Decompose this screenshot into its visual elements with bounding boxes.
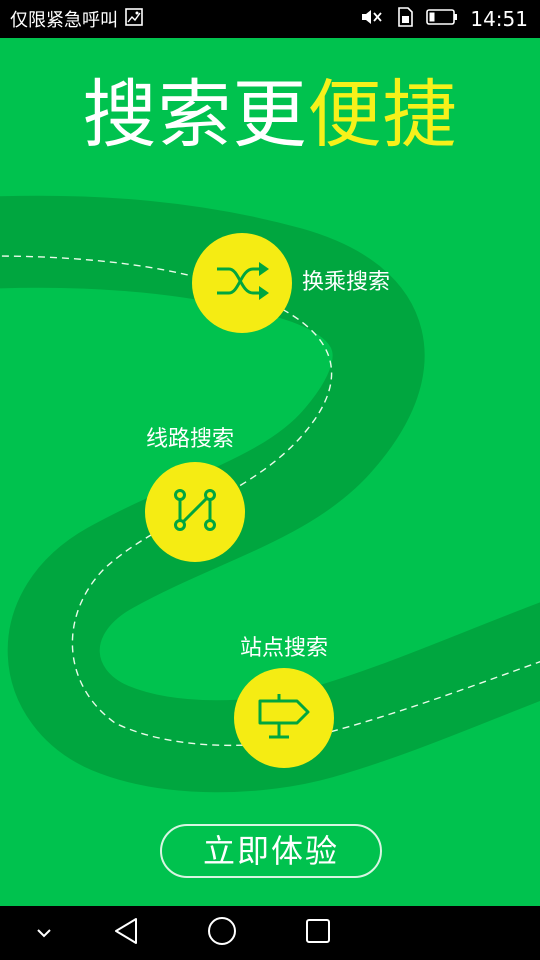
notification-text: 仅限紧急呼叫 — [10, 9, 118, 31]
nav-home-button[interactable] — [196, 906, 248, 960]
feature-label-transfer: 换乘搜索 — [302, 270, 391, 295]
battery-icon — [426, 7, 458, 31]
winding-road — [0, 195, 540, 793]
status-time: 14:51 — [470, 7, 528, 31]
nav-collapse-button[interactable] — [24, 906, 64, 960]
chevron-down-icon — [35, 924, 53, 943]
back-icon — [112, 916, 140, 950]
status-bar: 仅限紧急呼叫 14:51 — [0, 0, 540, 38]
home-icon — [206, 915, 238, 951]
route-icon — [170, 485, 220, 539]
shuffle-icon — [213, 257, 271, 309]
sim-icon — [396, 6, 414, 32]
status-left: 仅限紧急呼叫 — [10, 7, 144, 34]
feature-label-station: 站点搜索 — [240, 636, 329, 661]
status-right: 14:51 — [360, 6, 528, 32]
feature-station-search[interactable] — [234, 668, 334, 768]
signpost-icon — [255, 689, 313, 747]
intro-screen: 搜索更便捷 换乘搜索 线路搜索 站点搜索 立即体验 — [0, 38, 540, 906]
feature-route-search[interactable] — [145, 462, 245, 562]
mute-icon — [360, 7, 384, 32]
navigation-bar — [0, 906, 540, 960]
recents-icon — [304, 917, 332, 949]
nav-recents-button[interactable] — [292, 906, 344, 960]
nav-back-button[interactable] — [100, 906, 152, 960]
try-now-button[interactable]: 立即体验 — [160, 824, 382, 878]
image-icon — [124, 7, 144, 34]
feature-label-route: 线路搜索 — [146, 427, 235, 452]
feature-transfer-search[interactable] — [192, 233, 292, 333]
